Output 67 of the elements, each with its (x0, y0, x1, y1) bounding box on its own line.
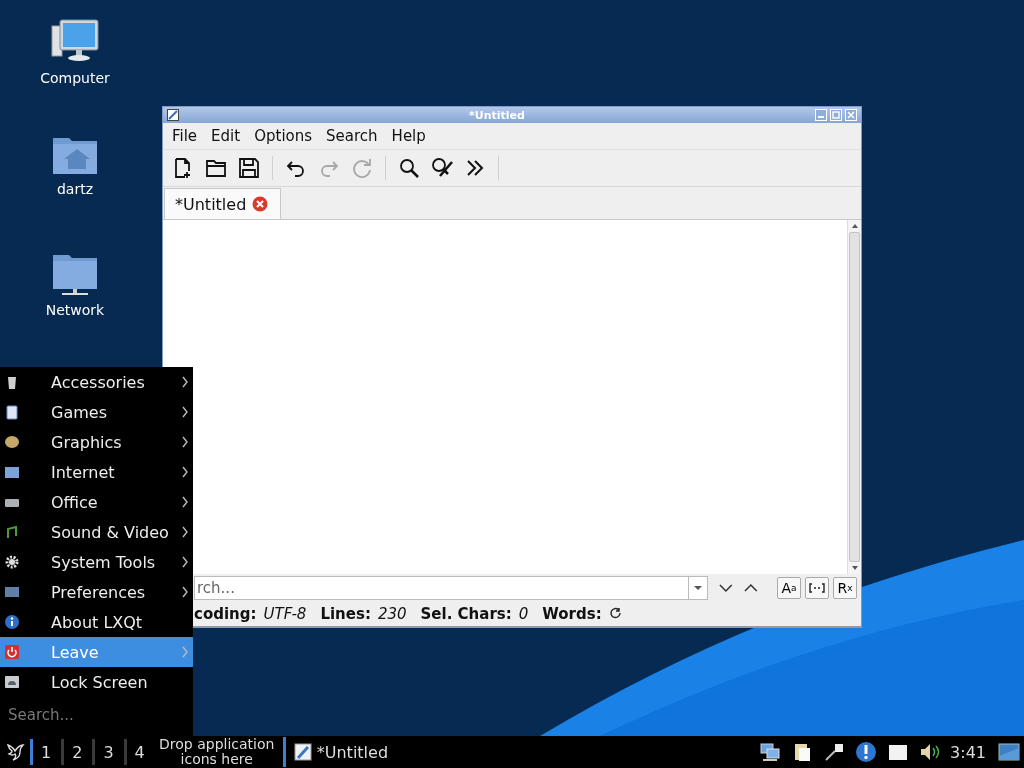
desktop-switch-button[interactable]: 1 (30, 739, 58, 765)
caret-icon (692, 585, 703, 591)
computer-icon[interactable] (50, 18, 100, 64)
menu-item[interactable]: Internet (0, 457, 193, 487)
category-icon (4, 464, 20, 480)
refresh-icon[interactable] (608, 607, 623, 621)
desktop-icon-label[interactable]: Network (45, 302, 105, 318)
desktop-switch-button[interactable]: 2 (61, 739, 89, 765)
category-icon (4, 434, 20, 450)
search-field[interactable]: rch... (194, 576, 688, 600)
desktop-icon-label[interactable]: dartz (56, 181, 94, 197)
scroll-up-icon[interactable] (849, 222, 860, 230)
app-icon (167, 109, 179, 121)
status-value: 230 (377, 605, 407, 623)
menu-item[interactable]: File (172, 127, 198, 145)
desktop-icon-label[interactable]: Computer (40, 70, 110, 86)
bracket-icon (809, 582, 825, 594)
status-label: Lines: (320, 605, 371, 623)
category-icon (4, 404, 20, 420)
menu-item[interactable]: Accessories (0, 367, 193, 397)
status-label: Sel. Chars: (420, 605, 512, 623)
info-icon (4, 614, 20, 630)
close-tab-icon[interactable] (252, 196, 269, 212)
category-icon (4, 584, 20, 600)
whole-word-button[interactable] (805, 577, 829, 599)
show-desktop-icon[interactable] (998, 742, 1020, 762)
dropdown-button[interactable] (687, 576, 708, 600)
status-value: UTF-8 (263, 605, 307, 623)
menu-item[interactable]: Office (0, 487, 193, 517)
menu-item[interactable]: Edit (211, 127, 241, 145)
app-icon (293, 743, 312, 761)
menu-item[interactable]: Lock Screen (0, 667, 193, 697)
save-icon[interactable] (237, 156, 261, 180)
menu-item[interactable]: Help (391, 127, 426, 145)
home-folder-icon[interactable] (52, 135, 98, 175)
scroll-down-icon[interactable] (849, 564, 860, 572)
scroll-thumb[interactable] (849, 232, 860, 562)
menu-item[interactable]: System Tools (0, 547, 193, 577)
menu-item[interactable]: Search (326, 127, 378, 145)
category-icon (4, 524, 20, 540)
menu-item[interactable]: Graphics (0, 427, 193, 457)
window-title: *Untitled (468, 108, 526, 122)
gear-icon (4, 554, 20, 570)
status-label: coding: (194, 605, 257, 623)
search-option-button[interactable]: A$^{a}$ (777, 577, 801, 599)
bird-logo-icon[interactable] (4, 741, 26, 763)
clock[interactable]: 3:41 (950, 742, 986, 762)
status-value: 0 (518, 605, 529, 623)
plug-icon[interactable] (823, 741, 846, 763)
power-icon (4, 644, 20, 660)
menu-item[interactable]: Preferences (0, 577, 193, 607)
menu-item[interactable]: About LXQt (0, 607, 193, 637)
menu-item[interactable]: Sound & Video (0, 517, 193, 547)
document-tab[interactable]: *Untitled (164, 188, 282, 219)
status-label: Words: (542, 605, 602, 623)
exclamation-icon[interactable] (855, 741, 878, 763)
desktop-switch-button[interactable]: 3 (92, 739, 120, 765)
task-button[interactable]: *Untitled (289, 742, 393, 762)
menu-item[interactable]: Options (254, 127, 313, 145)
network-folder-icon[interactable] (52, 252, 98, 296)
desktop-switch-button[interactable]: 4 (123, 739, 151, 765)
scrollbar[interactable] (847, 220, 861, 574)
menu-item[interactable]: Games (0, 397, 193, 427)
quicklaunch-hint: Drop application icons here (154, 737, 286, 767)
lock-screen-icon (4, 674, 20, 690)
search-icon[interactable] (397, 156, 421, 180)
network-icon[interactable] (759, 741, 782, 763)
